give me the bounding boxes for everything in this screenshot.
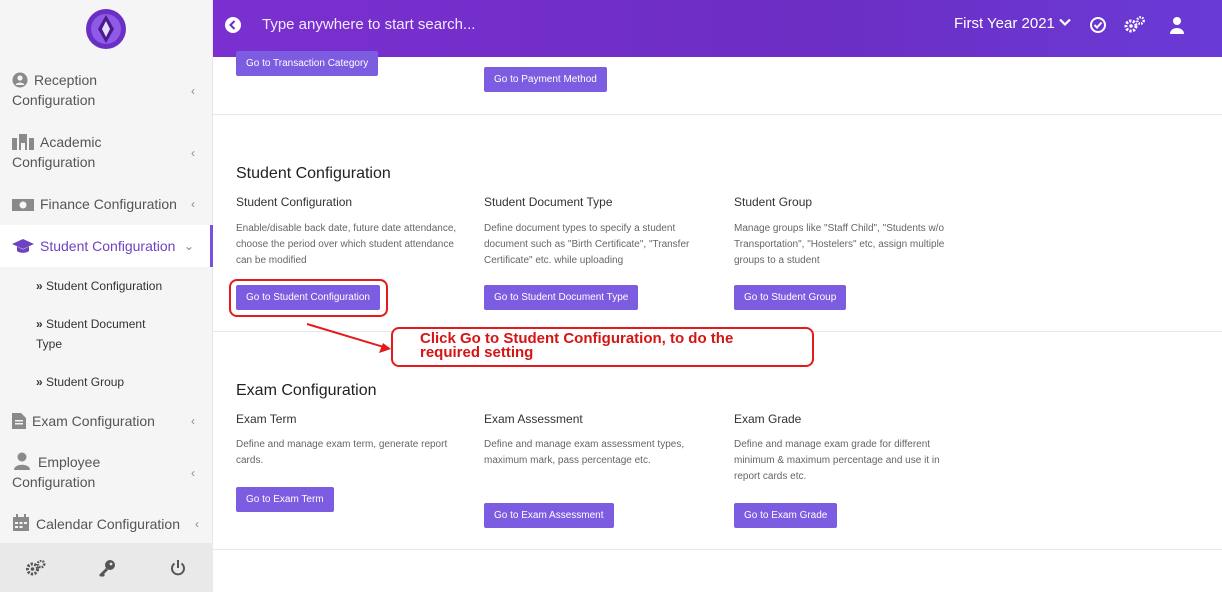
year-selector[interactable]: First Year 2021 — [954, 15, 1071, 32]
academic-icon — [12, 134, 34, 150]
app-logo[interactable] — [84, 7, 128, 51]
go-to-payment-method-button[interactable]: Go to Payment Method — [484, 67, 607, 92]
card-title: Exam Grade — [734, 412, 802, 426]
sidebar-item-calendar-configuration[interactable]: Calendar Configuration ‹ — [0, 514, 213, 534]
sidebar-subitem-label: Type — [36, 337, 63, 351]
search-input[interactable]: Type anywhere to start search... — [262, 16, 475, 33]
section-title-student: Student Configuration — [236, 165, 391, 182]
sidebar-item-label: Student Configuration — [40, 238, 176, 254]
go-to-exam-grade-button[interactable]: Go to Exam Grade — [734, 503, 838, 528]
chevron-left-icon: ‹ — [191, 466, 195, 480]
sidebar-item-label: Employee — [38, 454, 101, 470]
card-description: Define document types to specify a stude… — [484, 223, 690, 266]
annotation-highlight — [229, 279, 388, 317]
chevron-left-icon: ‹ — [191, 146, 195, 160]
sidebar-item-label: Finance Configuration — [40, 196, 177, 212]
card-title: Student Configuration — [236, 195, 353, 209]
main-content: Go to Transaction Category Go to Payment… — [213, 51, 1222, 592]
sidebar-item-employee-configuration[interactable]: Employee Configuration ‹ — [0, 452, 213, 494]
section-divider — [213, 549, 1222, 550]
user-icon[interactable] — [1168, 16, 1186, 34]
card-description: Define and manage exam assessment types,… — [484, 439, 685, 466]
sidebar-footer — [0, 543, 213, 592]
logo-area — [0, 0, 212, 57]
go-to-student-group-button[interactable]: Go to Student Group — [734, 285, 847, 310]
sidebar-subitem-student-group[interactable]: » Student Group — [0, 372, 213, 392]
annotation-callout: Click Go to Student Configuration, to do… — [391, 327, 814, 367]
check-circle-icon[interactable] — [1089, 16, 1107, 34]
sidebar-item-label: Exam Configuration — [32, 413, 155, 429]
sidebar-item-exam-configuration[interactable]: Exam Configuration ‹ — [0, 411, 213, 431]
card-description: Define and manage exam grade for differe… — [734, 439, 940, 482]
power-icon[interactable] — [158, 553, 198, 583]
card-title: Exam Term — [236, 412, 297, 426]
sidebar-item-label: Configuration — [12, 154, 96, 170]
double-chevron-icon: » — [36, 279, 43, 293]
sidebar-item-label: Reception — [34, 72, 98, 88]
sidebar-subitem-label: Student Group — [46, 375, 125, 389]
section-divider — [213, 114, 1222, 115]
sidebar-item-label: Configuration — [12, 92, 96, 108]
go-to-exam-assessment-button[interactable]: Go to Exam Assessment — [484, 503, 614, 528]
sidebar-subitem-label: Student Document — [46, 317, 146, 331]
chevron-down-icon: ⌄ — [183, 239, 194, 253]
annotation-arrow — [306, 323, 391, 353]
go-to-exam-term-button[interactable]: Go to Exam Term — [236, 487, 334, 512]
sidebar-subitem-student-configuration[interactable]: » Student Configuration — [0, 276, 213, 296]
settings-gears-icon[interactable] — [16, 553, 56, 583]
year-label: First Year 2021 — [954, 15, 1055, 32]
back-arrow-icon[interactable] — [225, 17, 241, 33]
graduation-cap-icon — [12, 239, 34, 253]
calendar-icon — [13, 514, 29, 531]
sidebar-subitem-student-document-type[interactable]: » Student Document Type — [0, 314, 213, 354]
document-icon — [12, 413, 26, 429]
double-chevron-icon: » — [36, 317, 43, 331]
go-to-transaction-category-button[interactable]: Go to Transaction Category — [236, 51, 379, 76]
settings-gears-icon[interactable] — [1124, 16, 1146, 34]
chevron-left-icon: ‹ — [191, 197, 195, 211]
sidebar-item-label: Configuration — [12, 474, 96, 490]
sidebar-subitem-label: Student Configuration — [46, 279, 163, 293]
card-description: Manage groups like "Staff Child", "Stude… — [734, 223, 945, 266]
money-icon — [12, 199, 34, 211]
sidebar-item-reception-configuration[interactable]: Reception Configuration ‹ — [0, 70, 213, 112]
card-description: Define and manage exam term, generate re… — [236, 439, 448, 466]
go-to-student-document-type-button[interactable]: Go to Student Document Type — [484, 285, 639, 310]
user-circle-icon — [12, 72, 28, 88]
employee-icon — [14, 452, 30, 470]
card-title: Exam Assessment — [484, 412, 583, 426]
card-title: Student Group — [734, 195, 813, 209]
sidebar-item-student-configuration[interactable]: Student Configuration ⌄ — [0, 225, 213, 267]
card-title: Student Document Type — [484, 195, 613, 209]
card-description: Enable/disable back date, future date at… — [236, 223, 457, 266]
chevron-left-icon: ‹ — [191, 84, 195, 98]
chevron-left-icon: ‹ — [191, 414, 195, 428]
chevron-down-icon — [1059, 18, 1071, 27]
annotation-text: required setting — [420, 344, 534, 361]
key-icon[interactable] — [87, 553, 127, 583]
chevron-left-icon: ‹ — [195, 517, 199, 531]
sidebar-item-academic-configuration[interactable]: Academic Configuration ‹ — [0, 132, 213, 174]
double-chevron-icon: » — [36, 375, 43, 389]
top-bar: Type anywhere to start search... First Y… — [213, 0, 1222, 57]
sidebar-item-label: Academic — [40, 134, 102, 150]
sidebar-item-finance-configuration[interactable]: Finance Configuration ‹ — [0, 194, 213, 214]
sidebar-item-label: Calendar Configuration — [36, 516, 180, 532]
sidebar: Reception Configuration ‹ Academic Confi… — [0, 0, 213, 592]
section-title-exam: Exam Configuration — [236, 382, 377, 399]
